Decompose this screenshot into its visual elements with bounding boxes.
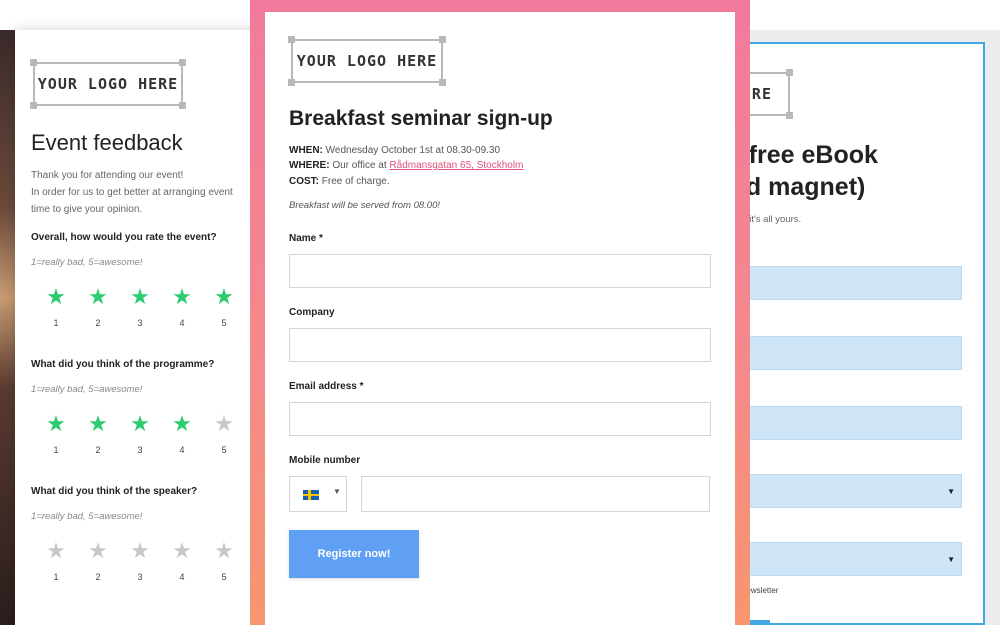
star-option[interactable]: ★ 1 [35,284,77,329]
star-icon: ★ [130,284,150,309]
company-label: Company [289,307,335,318]
star-number: 1 [53,572,59,582]
caret-down-icon: ▼ [947,555,955,564]
star-icon: ★ [172,411,192,436]
star-number: 3 [137,445,143,455]
company-input[interactable] [289,328,711,362]
question-hint: 1=really bad, 5=awesome! [31,511,143,522]
ebook-form: ERE r free eBook ad magnet) nd it's all … [740,42,985,625]
text-input[interactable] [742,336,962,370]
sweden-flag-icon [303,490,319,500]
question-label: What did you think of the speaker? [31,486,198,497]
star-icon: ★ [46,411,66,436]
email-label: Email address * [289,381,364,392]
breakfast-note: Breakfast will be served from 08.00! [289,200,441,211]
text-input[interactable] [742,266,962,300]
form-intro: Thank you for attending our event! In or… [31,170,233,215]
question-hint: 1=really bad, 5=awesome! [31,257,143,268]
star-icon: ★ [130,411,150,436]
name-input[interactable] [289,254,711,288]
select-field[interactable]: ▼ [742,474,962,508]
star-number: 3 [137,318,143,328]
star-option[interactable]: ★ 4 [161,411,203,456]
star-icon: ★ [130,538,150,563]
star-icon: ★ [88,284,108,309]
star-number: 2 [95,445,101,455]
star-option[interactable]: ★ 2 [77,538,119,583]
star-icon: ★ [172,538,192,563]
star-number: 1 [53,445,59,455]
address-link[interactable]: Rådmansgatan 65, Stockholm [389,160,523,171]
star-option[interactable]: ★ 3 [119,284,161,329]
cost-line: COST: Free of charge. [289,176,390,187]
select-field[interactable]: ▼ [742,542,962,576]
when-line: WHEN: Wednesday October 1st at 08.30-09.… [289,145,501,156]
star-option[interactable]: ★ 5 [203,538,245,583]
star-rating: ★ 1 ★ 2 ★ 3 ★ 4 ★ 5 [35,284,245,329]
star-option[interactable]: ★ 5 [203,284,245,329]
star-icon: ★ [172,284,192,309]
logo-placeholder: YOUR LOGO HERE [30,59,186,109]
star-icon: ★ [214,411,234,436]
star-rating: ★ 1 ★ 2 ★ 3 ★ 4 ★ 5 [35,411,245,456]
caret-down-icon: ▼ [947,487,955,496]
logo-text: YOUR LOGO HERE [296,52,438,70]
star-option[interactable]: ★ 4 [161,538,203,583]
star-number: 4 [179,318,185,328]
event-feedback-form: YOUR LOGO HERE Event feedback Thank you … [15,30,265,625]
question-label: Overall, how would you rate the event? [31,232,217,243]
question-hint: 1=really bad, 5=awesome! [31,384,143,395]
star-option[interactable]: ★ 2 [77,411,119,456]
stage: YOUR LOGO HERE Event feedback Thank you … [0,0,1000,625]
star-option[interactable]: ★ 1 [35,411,77,456]
question-label: What did you think of the programme? [31,359,215,370]
text-input[interactable] [742,406,962,440]
star-rating: ★ 1 ★ 2 ★ 3 ★ 4 ★ 5 [35,538,245,583]
where-line: WHERE: Our office at Rådmansgatan 65, St… [289,160,524,171]
star-icon: ★ [88,538,108,563]
star-option[interactable]: ★ 3 [119,538,161,583]
star-option[interactable]: ★ 4 [161,284,203,329]
star-number: 2 [95,318,101,328]
mobile-input[interactable] [361,476,710,512]
star-icon: ★ [214,538,234,563]
star-option[interactable]: ★ 1 [35,538,77,583]
star-icon: ★ [88,411,108,436]
star-icon: ★ [46,538,66,563]
star-icon: ★ [46,284,66,309]
star-number: 4 [179,445,185,455]
form-title: r free eBook ad magnet) [740,141,878,201]
seminar-signup-form: YOUR LOGO HERE Breakfast seminar sign-up… [265,12,735,625]
star-number: 4 [179,572,185,582]
star-number: 5 [221,318,227,328]
form-title: Breakfast seminar sign-up [289,107,553,130]
caret-down-icon: ▼ [333,487,341,496]
logo-text: YOUR LOGO HERE [37,75,179,93]
name-label: Name * [289,233,323,244]
star-number: 3 [137,572,143,582]
star-icon: ★ [214,284,234,309]
star-number: 5 [221,572,227,582]
star-number: 5 [221,445,227,455]
mobile-label: Mobile number [289,455,361,466]
star-option[interactable]: ★ 2 [77,284,119,329]
register-button[interactable]: Register now! [289,530,419,578]
form-title: Event feedback [31,130,183,155]
star-option[interactable]: ★ 5 [203,411,245,456]
logo-placeholder: YOUR LOGO HERE [288,36,446,86]
star-number: 2 [95,572,101,582]
star-number: 1 [53,318,59,328]
star-option[interactable]: ★ 3 [119,411,161,456]
email-input[interactable] [289,402,711,436]
country-code-select[interactable]: ▼ [289,476,347,512]
